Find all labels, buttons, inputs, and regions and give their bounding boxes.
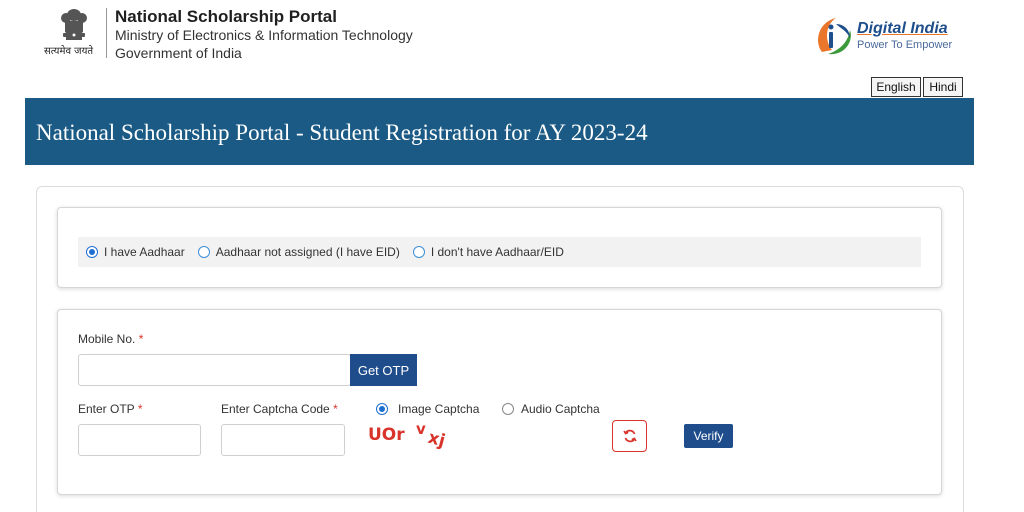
government-name: Government of India [115, 45, 242, 61]
mobile-input[interactable] [78, 354, 351, 386]
header-divider [106, 8, 107, 58]
required-mark: * [333, 402, 338, 416]
ministry-name: Ministry of Electronics & Information Te… [115, 27, 413, 43]
svg-text:UOr: UOr [368, 425, 405, 445]
page-banner: National Scholarship Portal - Student Re… [25, 98, 974, 165]
radio-image-captcha[interactable]: Image Captcha [376, 402, 479, 416]
verification-panel [57, 309, 942, 495]
captcha-input[interactable] [221, 424, 345, 456]
radio-label: I have Aadhaar [104, 245, 185, 259]
required-mark: * [137, 402, 143, 416]
language-hindi-button[interactable]: Hindi [923, 77, 963, 97]
required-mark: * [138, 332, 144, 346]
radio-button[interactable] [197, 246, 210, 258]
otp-label-text: Enter OTP [78, 402, 135, 416]
radio-audio-captcha[interactable]: Audio Captcha [502, 402, 600, 416]
digital-india-logo-icon [818, 18, 851, 55]
radio-label: Audio Captcha [521, 402, 600, 416]
mobile-label-text: Mobile No. [78, 332, 136, 346]
mobile-label: Mobile No. * [78, 332, 143, 346]
refresh-captcha-button[interactable] [612, 420, 647, 452]
radio-button[interactable] [502, 403, 514, 415]
portal-title: National Scholarship Portal [115, 7, 337, 26]
svg-text:v: v [416, 420, 426, 438]
svg-text:xj: xj [426, 428, 447, 452]
captcha-image: UOr v xj [368, 420, 447, 452]
radio-no-aadhaar[interactable]: I don't have Aadhaar/EID [412, 245, 564, 259]
digital-india-tagline: Power To Empower [857, 39, 953, 51]
radio-label: Image Captcha [398, 402, 480, 416]
radio-button-selected[interactable] [86, 246, 98, 258]
radio-label: I don't have Aadhaar/EID [430, 245, 564, 259]
captcha-code-label: Enter Captcha Code * [221, 402, 338, 416]
site-header: सत्यमेव जयते National Scholarship Portal… [0, 0, 1024, 98]
radio-button-selected[interactable] [376, 403, 388, 415]
registration-page: सत्यमेव जयते National Scholarship Portal… [0, 0, 1024, 512]
otp-input[interactable] [78, 424, 201, 456]
otp-label: Enter OTP * [78, 402, 142, 416]
refresh-icon [622, 429, 637, 443]
emblem-caption: सत्यमेव जयते [44, 46, 94, 57]
verify-button[interactable]: Verify [684, 424, 733, 448]
radio-button[interactable] [412, 246, 425, 258]
organisation-block: National Scholarship Portal Ministry of … [115, 7, 413, 62]
aadhaar-radio-group: I have Aadhaar Aadhaar not assigned (I h… [78, 237, 921, 267]
radio-have-aadhaar[interactable]: I have Aadhaar [86, 245, 185, 259]
get-otp-button[interactable]: Get OTP [350, 354, 417, 386]
radio-aadhaar-not-assigned[interactable]: Aadhaar not assigned (I have EID) [197, 245, 400, 259]
page-title: National Scholarship Portal - Student Re… [36, 120, 648, 145]
language-english-button[interactable]: English [871, 77, 921, 97]
captcha-code-label-text: Enter Captcha Code [221, 402, 330, 416]
digital-india-title: Digital India [857, 20, 948, 37]
radio-label: Aadhaar not assigned (I have EID) [215, 245, 400, 259]
